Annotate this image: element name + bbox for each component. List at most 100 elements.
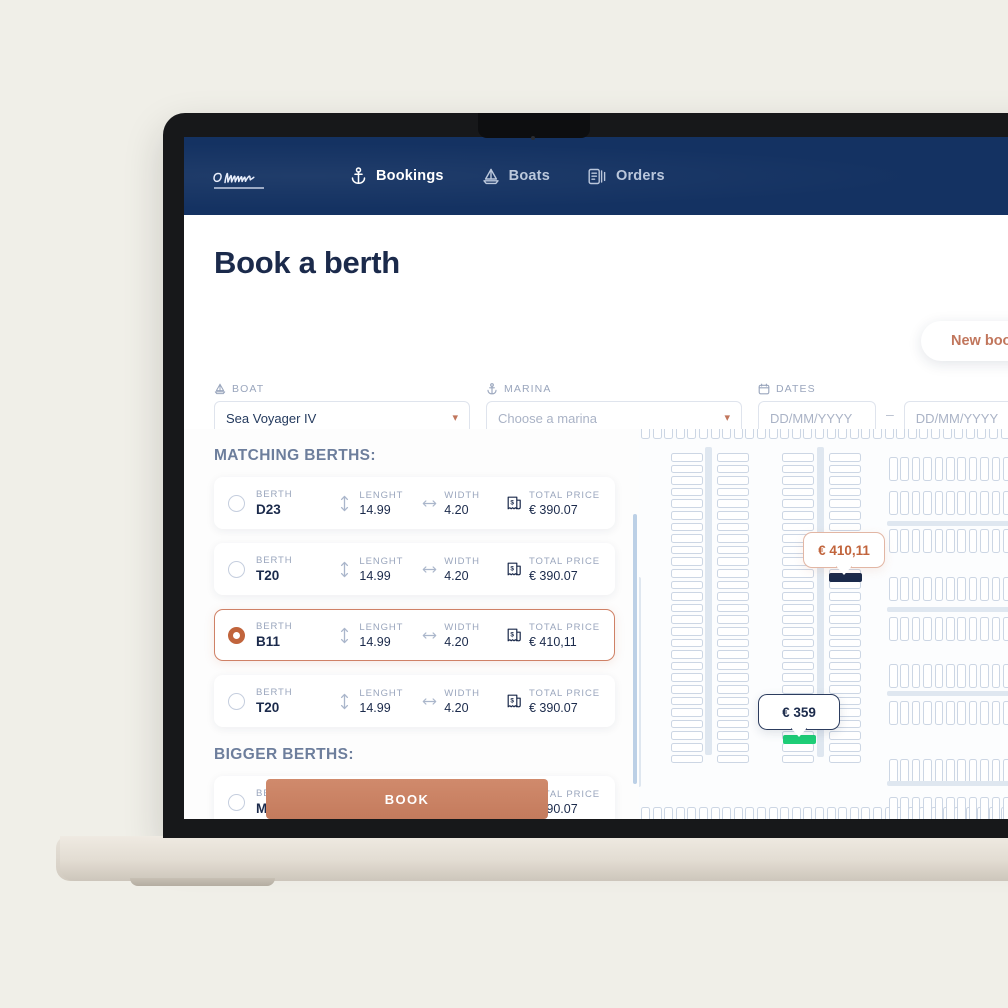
berth-slip[interactable] (641, 807, 650, 819)
berth-slip[interactable] (980, 491, 989, 515)
berth-slip[interactable] (968, 664, 978, 688)
berth-slip[interactable] (946, 529, 955, 553)
berth-slip[interactable] (829, 661, 861, 671)
berth-slip[interactable] (717, 592, 749, 601)
berth-slip[interactable] (671, 534, 703, 543)
berth-slip[interactable] (838, 429, 848, 439)
berth-slip[interactable] (717, 569, 749, 578)
berth-slip[interactable] (968, 797, 978, 819)
radio-button[interactable] (228, 494, 245, 512)
berth-slip[interactable] (923, 529, 932, 553)
new-booking-button[interactable]: New booking (921, 321, 1008, 361)
berth-slip[interactable] (826, 807, 836, 819)
berth-slip[interactable] (1003, 797, 1008, 819)
radio-button[interactable] (228, 793, 245, 811)
berth-slip[interactable] (900, 701, 909, 725)
berth-slip[interactable] (671, 511, 703, 520)
berth-slip[interactable] (849, 429, 859, 439)
berth-slip[interactable] (968, 577, 978, 601)
berth-slip[interactable] (946, 491, 955, 515)
berth-slip[interactable] (980, 457, 989, 481)
berth-slip[interactable] (717, 464, 749, 474)
berth-slip[interactable] (671, 673, 703, 682)
berth-slip[interactable] (652, 807, 662, 819)
berth-slip[interactable] (671, 464, 703, 474)
berth-slip[interactable] (782, 511, 814, 520)
berth-slip[interactable] (745, 429, 755, 439)
radio-button[interactable] (228, 560, 245, 578)
berth-slip[interactable] (829, 673, 861, 682)
berth-slip[interactable] (717, 696, 749, 706)
berth-slip[interactable] (782, 453, 814, 462)
berth-slip[interactable] (957, 759, 966, 783)
berth-slip[interactable] (717, 545, 749, 555)
dock-walkway[interactable] (887, 607, 1008, 612)
berth-slip[interactable] (717, 673, 749, 682)
quay[interactable] (639, 577, 641, 787)
berth-slip[interactable] (968, 701, 978, 725)
berth-slip[interactable] (717, 522, 749, 532)
berth-slip[interactable] (957, 457, 966, 481)
berth-slip[interactable] (641, 429, 650, 439)
berth-slip[interactable] (717, 743, 749, 752)
berth-slip[interactable] (782, 487, 814, 497)
berth-slip[interactable] (671, 522, 703, 532)
berth-slip[interactable] (782, 650, 814, 659)
berth-slip[interactable] (717, 511, 749, 520)
berth-slip[interactable] (671, 499, 703, 508)
berth-slip[interactable] (889, 701, 898, 725)
berth-slip[interactable] (873, 429, 882, 439)
berth-slip[interactable] (991, 701, 1001, 725)
berth-slip[interactable] (671, 719, 703, 729)
berth-slip[interactable] (733, 429, 743, 439)
berth-slip[interactable] (722, 807, 732, 819)
berth-slip[interactable] (889, 577, 898, 601)
berth-slip[interactable] (1003, 577, 1008, 601)
berth-slip[interactable] (652, 429, 662, 439)
nav-item-orders[interactable]: Orders (588, 168, 665, 185)
berth-slip[interactable] (934, 664, 944, 688)
berth-slip[interactable] (710, 429, 720, 439)
berth-slip[interactable] (791, 429, 801, 439)
berth-slip[interactable] (757, 807, 766, 819)
berth-slip[interactable] (957, 701, 966, 725)
berth-slip[interactable] (782, 464, 814, 474)
berth-slip[interactable] (757, 429, 766, 439)
berth-slip[interactable] (911, 701, 921, 725)
berth-slip[interactable] (733, 807, 743, 819)
radio-button-selected[interactable] (228, 626, 245, 644)
berth-slip[interactable] (977, 429, 987, 439)
berth-slip[interactable] (699, 807, 708, 819)
berth-slip[interactable] (671, 627, 703, 636)
radio-button[interactable] (228, 692, 245, 710)
berth-slip[interactable] (957, 577, 966, 601)
dock-walkway[interactable] (887, 781, 1008, 786)
berth-slip[interactable] (717, 476, 749, 485)
berth-slip[interactable] (1003, 759, 1008, 783)
berth-slip[interactable] (671, 731, 703, 740)
berth-slip[interactable] (923, 457, 932, 481)
berth-slip[interactable] (991, 457, 1001, 481)
berth-slip[interactable] (923, 701, 932, 725)
berth-slip[interactable] (815, 807, 824, 819)
marina-map[interactable]: € 410,11 € 359 (639, 429, 1008, 819)
berth-slip[interactable] (989, 429, 998, 439)
berth-slip[interactable] (1003, 457, 1008, 481)
berth-slip[interactable] (699, 429, 708, 439)
berth-slip[interactable] (1003, 664, 1008, 688)
berth-slip[interactable] (957, 617, 966, 641)
berth-slip[interactable] (934, 529, 944, 553)
berth-slip[interactable] (829, 754, 861, 764)
berth-slip[interactable] (782, 580, 814, 590)
berth-slip[interactable] (717, 499, 749, 508)
berth-slip[interactable] (782, 627, 814, 636)
berth-slip[interactable] (717, 638, 749, 648)
selected-berth-navy[interactable] (829, 573, 862, 582)
berth-slip[interactable] (717, 708, 749, 717)
berth-slip[interactable] (687, 807, 697, 819)
berth-slip[interactable] (873, 807, 882, 819)
dock-walkway[interactable] (705, 447, 712, 755)
berth-slip[interactable] (717, 685, 749, 694)
berth-slip[interactable] (957, 491, 966, 515)
berth-slip[interactable] (968, 617, 978, 641)
